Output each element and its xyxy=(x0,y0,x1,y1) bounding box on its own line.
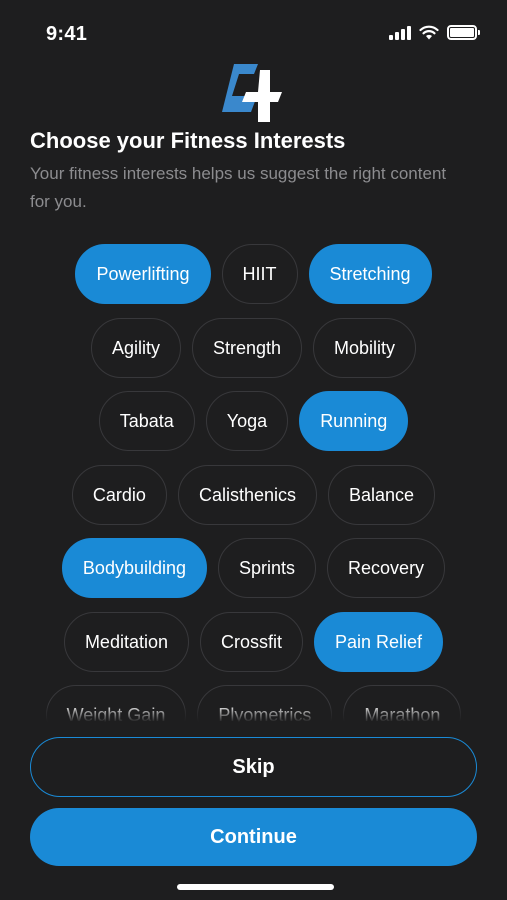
interest-chip-yoga[interactable]: Yoga xyxy=(205,391,289,451)
interest-chip-tabata[interactable]: Tabata xyxy=(98,391,195,451)
chip-row: Cardio Calisthenics Balance xyxy=(0,465,507,525)
interest-chip-pain-relief[interactable]: Pain Relief xyxy=(314,612,444,672)
home-indicator xyxy=(177,884,334,890)
cellular-signal-icon xyxy=(389,25,411,40)
interest-chip-bodybuilding[interactable]: Bodybuilding xyxy=(61,538,207,598)
skip-button[interactable]: Skip xyxy=(30,737,477,797)
page-subtitle: Your fitness interests helps us suggest … xyxy=(30,164,447,211)
battery-icon xyxy=(447,25,480,40)
interest-chip-strength[interactable]: Strength xyxy=(191,318,303,378)
interest-chip-meditation[interactable]: Meditation xyxy=(63,612,189,672)
interest-chip-recovery[interactable]: Recovery xyxy=(327,538,446,598)
scroll-fade xyxy=(0,704,507,722)
interest-chip-running[interactable]: Running xyxy=(299,391,409,451)
interest-chip-hiit[interactable]: HIIT xyxy=(221,244,298,304)
chip-row: Bodybuilding Sprints Recovery xyxy=(0,538,507,598)
app-logo-icon xyxy=(222,64,282,122)
interest-chip-powerlifting[interactable]: Powerlifting xyxy=(75,244,211,304)
interest-chip-stretching[interactable]: Stretching xyxy=(308,244,432,304)
interest-chip-calisthenics[interactable]: Calisthenics xyxy=(177,465,317,525)
chip-row: Meditation Crossfit Pain Relief xyxy=(0,612,507,672)
continue-button[interactable]: Continue xyxy=(30,808,477,866)
status-icons xyxy=(389,25,480,40)
interest-chip-crossfit[interactable]: Crossfit xyxy=(200,612,304,672)
interest-chip-cardio[interactable]: Cardio xyxy=(71,465,167,525)
fitness-interests-screen: 9:41 Choose your Fitness Interests Your … xyxy=(0,0,507,900)
interest-chip-agility[interactable]: Agility xyxy=(90,318,181,378)
chip-row: Powerlifting HIIT Stretching xyxy=(0,244,507,304)
interest-chip-list: Powerlifting HIIT Stretching Agility Str… xyxy=(0,240,507,722)
chip-row: Agility Strength Mobility xyxy=(0,318,507,378)
wifi-icon xyxy=(419,25,439,40)
interest-chip-sprints[interactable]: Sprints xyxy=(218,538,317,598)
status-bar: 9:41 xyxy=(0,0,507,60)
interest-chip-mobility[interactable]: Mobility xyxy=(313,318,417,378)
status-time: 9:41 xyxy=(46,23,88,45)
page-title: Choose your Fitness Interests xyxy=(30,128,346,153)
interest-chip-balance[interactable]: Balance xyxy=(328,465,436,525)
chip-row: Tabata Yoga Running xyxy=(0,391,507,451)
